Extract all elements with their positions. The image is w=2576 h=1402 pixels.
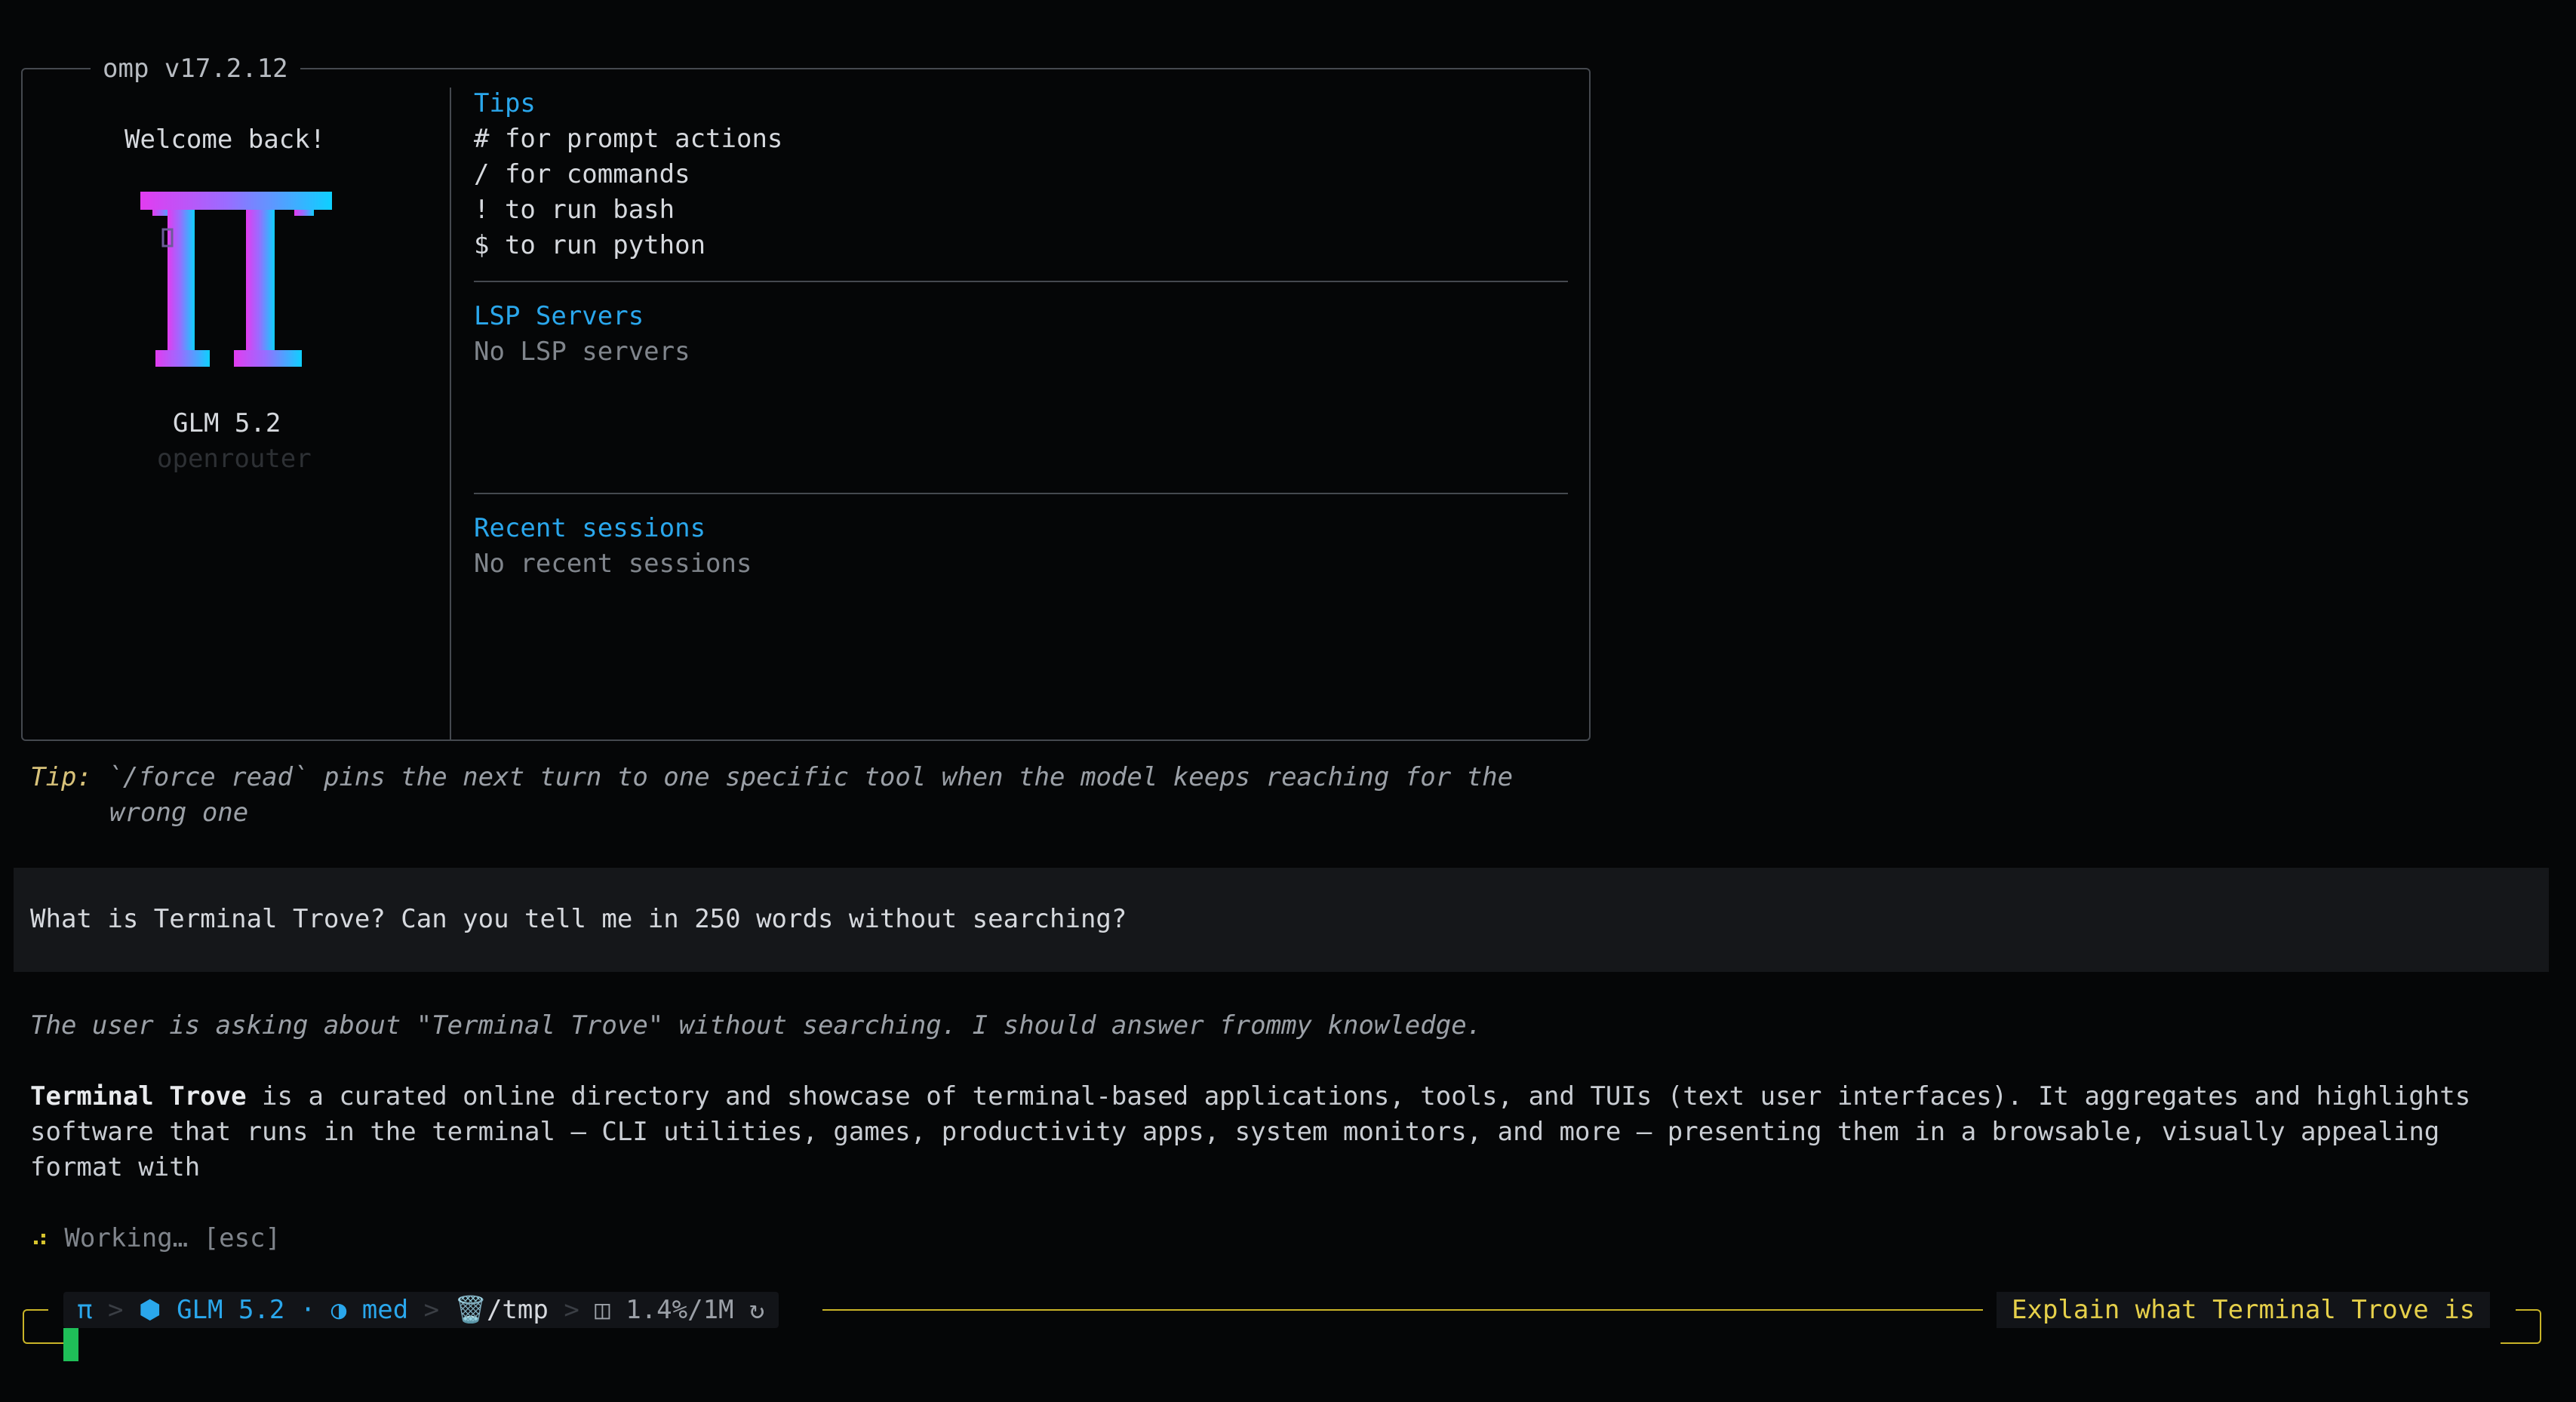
tip-text: `/force read` pins the next turn to one …: [107, 762, 1514, 792]
editor-frame-edge: [48, 1342, 63, 1344]
assistant-thinking: The user is asking about "Terminal Trove…: [30, 1010, 1483, 1041]
separator: >: [92, 1294, 139, 1325]
cycle-icon: ↻: [749, 1294, 765, 1325]
working-indicator: ⠴ Working… [esc]: [30, 1221, 281, 1256]
model-name: GLM 5.2: [173, 408, 281, 438]
pi-logo-icon: [140, 192, 332, 367]
separator: >: [548, 1294, 595, 1325]
pi-icon: π: [77, 1294, 93, 1325]
trash-icon: 🗑️: [454, 1294, 487, 1325]
effort-icon: ◑: [330, 1294, 347, 1325]
answer-text: is a curated online directory and showca…: [246, 1081, 2471, 1111]
tip-line: Tip: `/force read` pins the next turn to…: [30, 760, 1513, 795]
escape-hint[interactable]: [esc]: [204, 1223, 281, 1253]
recent-sessions-status: No recent sessions: [474, 549, 752, 579]
tip-item: $ to run python: [474, 230, 706, 260]
recent-sessions-heading: Recent sessions: [474, 513, 706, 543]
tip-item: # for prompt actions: [474, 124, 783, 154]
tip-label: Tip:: [30, 762, 92, 792]
context-icon: ◫: [595, 1294, 610, 1325]
tip-item: ! to run bash: [474, 195, 675, 225]
app-version-title: omp v17.2.12: [91, 51, 300, 87]
tip-text-continued: wrong one: [109, 798, 249, 828]
section-divider: [474, 281, 1568, 282]
status-bar: π > ⬢ GLM 5.2 · ◑ med > 🗑️ /tmp > ◫ 1.4%…: [63, 1292, 779, 1328]
spinner-icon: ⠴: [30, 1223, 49, 1253]
provider-name: openrouter: [157, 444, 312, 474]
assistant-answer-line: format with: [30, 1152, 201, 1182]
assistant-answer-line: software that runs in the terminal — CLI…: [30, 1117, 2440, 1147]
tip-item: / for commands: [474, 159, 690, 189]
lsp-status: No LSP servers: [474, 337, 690, 367]
editor-frame-right: [2516, 1309, 2541, 1344]
editor-frame-left: [23, 1309, 48, 1344]
welcome-divider: [450, 88, 451, 741]
editor-frame-edge: [2501, 1342, 2516, 1344]
prompt-suggestion[interactable]: Explain what Terminal Trove is: [1997, 1292, 2491, 1328]
assistant-answer-line: Terminal Trove is a curated online direc…: [30, 1079, 2470, 1115]
lsp-heading: LSP Servers: [474, 301, 644, 331]
welcome-greeting: Welcome back!: [124, 125, 326, 155]
answer-bold-term: Terminal Trove: [30, 1081, 247, 1111]
welcome-box: [21, 68, 1591, 741]
working-directory: /tmp: [486, 1294, 549, 1325]
tips-heading: Tips: [474, 88, 536, 118]
working-text: Working…: [64, 1223, 204, 1253]
effort-level[interactable]: med: [346, 1293, 408, 1328]
dot-separator: ·: [284, 1294, 331, 1325]
section-divider: [474, 493, 1568, 494]
status-model[interactable]: GLM 5.2: [161, 1293, 284, 1328]
context-usage: 1.4%/1M: [626, 1294, 734, 1325]
separator: >: [408, 1294, 455, 1325]
user-message: What is Terminal Trove? Can you tell me …: [30, 904, 1127, 934]
model-icon: ⬢: [138, 1294, 161, 1325]
input-cursor[interactable]: [63, 1328, 78, 1361]
editor-frame-top: [822, 1309, 1983, 1311]
